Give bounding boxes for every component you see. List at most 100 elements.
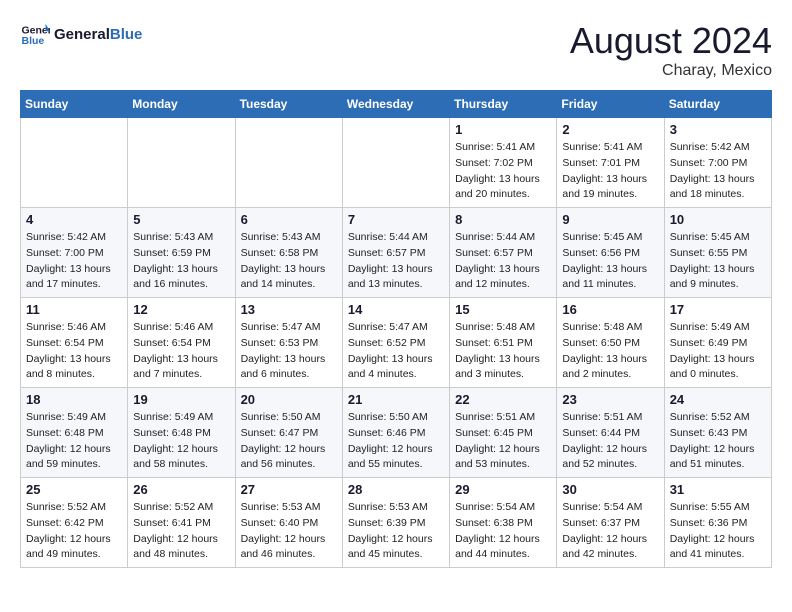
day-info: Sunrise: 5:44 AMSunset: 6:57 PMDaylight:…: [348, 230, 444, 293]
day-number: 11: [26, 302, 122, 317]
calendar-cell: 2Sunrise: 5:41 AMSunset: 7:01 PMDaylight…: [557, 118, 664, 208]
day-info: Sunrise: 5:43 AMSunset: 6:58 PMDaylight:…: [241, 230, 337, 293]
day-info: Sunrise: 5:45 AMSunset: 6:56 PMDaylight:…: [562, 230, 658, 293]
day-info: Sunrise: 5:50 AMSunset: 6:46 PMDaylight:…: [348, 410, 444, 473]
day-number: 9: [562, 212, 658, 227]
calendar-cell: 18 Sunrise: 5:49 AMSunset: 6:48 PMDayligh…: [21, 388, 128, 478]
day-info: Sunrise: 5:48 AMSunset: 6:51 PMDaylight:…: [455, 320, 551, 383]
day-number: 28: [348, 482, 444, 497]
day-number: 5: [133, 212, 229, 227]
calendar-cell: 16 Sunrise: 5:48 AMSunset: 6:50 PMDayligh…: [557, 298, 664, 388]
month-year: August 2024: [570, 20, 772, 62]
calendar-cell: 12 Sunrise: 5:46 AMSunset: 6:54 PMDayligh…: [128, 298, 235, 388]
day-info: Sunrise: 5:53 AMSunset: 6:40 PMDaylight:…: [241, 500, 337, 563]
calendar-cell: 31 Sunrise: 5:55 AMSunset: 6:36 PMDayligh…: [664, 478, 771, 568]
calendar-cell: 9 Sunrise: 5:45 AMSunset: 6:56 PMDaylight…: [557, 208, 664, 298]
day-info: Sunrise: 5:49 AMSunset: 6:49 PMDaylight:…: [670, 320, 766, 383]
day-number: 17: [670, 302, 766, 317]
calendar-cell: 20 Sunrise: 5:50 AMSunset: 6:47 PMDayligh…: [235, 388, 342, 478]
day-info: Sunrise: 5:52 AMSunset: 6:41 PMDaylight:…: [133, 500, 229, 563]
calendar-cell: 27 Sunrise: 5:53 AMSunset: 6:40 PMDayligh…: [235, 478, 342, 568]
calendar-cell: [128, 118, 235, 208]
day-number: 16: [562, 302, 658, 317]
day-info: Sunrise: 5:42 AMSunset: 7:00 PMDaylight:…: [670, 140, 766, 203]
calendar-header-row: SundayMondayTuesdayWednesdayThursdayFrid…: [21, 91, 772, 118]
day-number: 19: [133, 392, 229, 407]
logo-blue: Blue: [110, 26, 143, 43]
day-number: 29: [455, 482, 551, 497]
day-number: 4: [26, 212, 122, 227]
calendar-cell: 30 Sunrise: 5:54 AMSunset: 6:37 PMDayligh…: [557, 478, 664, 568]
day-number: 25: [26, 482, 122, 497]
calendar-cell: 6 Sunrise: 5:43 AMSunset: 6:58 PMDaylight…: [235, 208, 342, 298]
calendar-week-2: 4 Sunrise: 5:42 AMSunset: 7:00 PMDaylight…: [21, 208, 772, 298]
calendar-cell: 23Sunrise: 5:51 AMSunset: 6:44 PMDayligh…: [557, 388, 664, 478]
day-number: 26: [133, 482, 229, 497]
day-number: 2: [562, 122, 658, 137]
day-number: 3: [670, 122, 766, 137]
calendar-table: SundayMondayTuesdayWednesdayThursdayFrid…: [20, 90, 772, 568]
day-info: Sunrise: 5:44 AMSunset: 6:57 PMDaylight:…: [455, 230, 551, 293]
day-info: Sunrise: 5:50 AMSunset: 6:47 PMDaylight:…: [241, 410, 337, 473]
day-number: 15: [455, 302, 551, 317]
day-header-sunday: Sunday: [21, 91, 128, 118]
day-info: Sunrise: 5:42 AMSunset: 7:00 PMDaylight:…: [26, 230, 122, 293]
day-info: Sunrise: 5:47 AMSunset: 6:52 PMDaylight:…: [348, 320, 444, 383]
day-number: 6: [241, 212, 337, 227]
day-info: Sunrise: 5:54 AMSunset: 6:37 PMDaylight:…: [562, 500, 658, 563]
day-number: 27: [241, 482, 337, 497]
day-number: 1: [455, 122, 551, 137]
day-info: Sunrise: 5:46 AMSunset: 6:54 PMDaylight:…: [133, 320, 229, 383]
calendar-cell: 1 Sunrise: 5:41 AMSunset: 7:02 PMDaylight…: [450, 118, 557, 208]
logo-icon: General Blue: [20, 20, 50, 50]
day-number: 20: [241, 392, 337, 407]
calendar-cell: 4 Sunrise: 5:42 AMSunset: 7:00 PMDaylight…: [21, 208, 128, 298]
day-info: Sunrise: 5:54 AMSunset: 6:38 PMDaylight:…: [455, 500, 551, 563]
calendar-cell: 24 Sunrise: 5:52 AMSunset: 6:43 PMDayligh…: [664, 388, 771, 478]
day-number: 12: [133, 302, 229, 317]
logo: General Blue GeneralBlue: [20, 20, 142, 50]
day-info: Sunrise: 5:41 AMSunset: 7:02 PMDaylight:…: [455, 140, 551, 203]
day-number: 22: [455, 392, 551, 407]
day-info: Sunrise: 5:49 AMSunset: 6:48 PMDaylight:…: [26, 410, 122, 473]
day-info: Sunrise: 5:51 AMSunset: 6:44 PMDaylight:…: [562, 410, 658, 473]
day-number: 14: [348, 302, 444, 317]
calendar-cell: 13Sunrise: 5:47 AMSunset: 6:53 PMDayligh…: [235, 298, 342, 388]
calendar-cell: 15 Sunrise: 5:48 AMSunset: 6:51 PMDayligh…: [450, 298, 557, 388]
day-number: 30: [562, 482, 658, 497]
calendar-cell: 19Sunrise: 5:49 AMSunset: 6:48 PMDayligh…: [128, 388, 235, 478]
calendar-week-1: 1 Sunrise: 5:41 AMSunset: 7:02 PMDaylight…: [21, 118, 772, 208]
calendar-week-5: 25 Sunrise: 5:52 AMSunset: 6:42 PMDayligh…: [21, 478, 772, 568]
calendar-cell: 21 Sunrise: 5:50 AMSunset: 6:46 PMDayligh…: [342, 388, 449, 478]
day-number: 21: [348, 392, 444, 407]
day-info: Sunrise: 5:51 AMSunset: 6:45 PMDaylight:…: [455, 410, 551, 473]
calendar-cell: 5 Sunrise: 5:43 AMSunset: 6:59 PMDaylight…: [128, 208, 235, 298]
title-block: August 2024 Charay, Mexico: [570, 20, 772, 80]
day-number: 24: [670, 392, 766, 407]
day-number: 7: [348, 212, 444, 227]
day-info: Sunrise: 5:43 AMSunset: 6:59 PMDaylight:…: [133, 230, 229, 293]
calendar-cell: [342, 118, 449, 208]
calendar-cell: 28 Sunrise: 5:53 AMSunset: 6:39 PMDayligh…: [342, 478, 449, 568]
calendar-cell: 3 Sunrise: 5:42 AMSunset: 7:00 PMDaylight…: [664, 118, 771, 208]
calendar-cell: 17 Sunrise: 5:49 AMSunset: 6:49 PMDayligh…: [664, 298, 771, 388]
day-info: Sunrise: 5:46 AMSunset: 6:54 PMDaylight:…: [26, 320, 122, 383]
day-info: Sunrise: 5:53 AMSunset: 6:39 PMDaylight:…: [348, 500, 444, 563]
day-header-saturday: Saturday: [664, 91, 771, 118]
day-number: 18: [26, 392, 122, 407]
day-header-tuesday: Tuesday: [235, 91, 342, 118]
day-info: Sunrise: 5:52 AMSunset: 6:42 PMDaylight:…: [26, 500, 122, 563]
day-info: Sunrise: 5:52 AMSunset: 6:43 PMDaylight:…: [670, 410, 766, 473]
calendar-cell: [21, 118, 128, 208]
calendar-cell: 29 Sunrise: 5:54 AMSunset: 6:38 PMDayligh…: [450, 478, 557, 568]
day-number: 8: [455, 212, 551, 227]
day-number: 31: [670, 482, 766, 497]
calendar-cell: [235, 118, 342, 208]
calendar-week-3: 11 Sunrise: 5:46 AMSunset: 6:54 PMDayligh…: [21, 298, 772, 388]
day-info: Sunrise: 5:47 AMSunset: 6:53 PMDaylight:…: [241, 320, 337, 383]
calendar-cell: 25 Sunrise: 5:52 AMSunset: 6:42 PMDayligh…: [21, 478, 128, 568]
calendar-cell: 8 Sunrise: 5:44 AMSunset: 6:57 PMDaylight…: [450, 208, 557, 298]
day-info: Sunrise: 5:48 AMSunset: 6:50 PMDaylight:…: [562, 320, 658, 383]
day-info: Sunrise: 5:55 AMSunset: 6:36 PMDaylight:…: [670, 500, 766, 563]
page-header: General Blue GeneralBlue August 2024 Cha…: [20, 20, 772, 80]
